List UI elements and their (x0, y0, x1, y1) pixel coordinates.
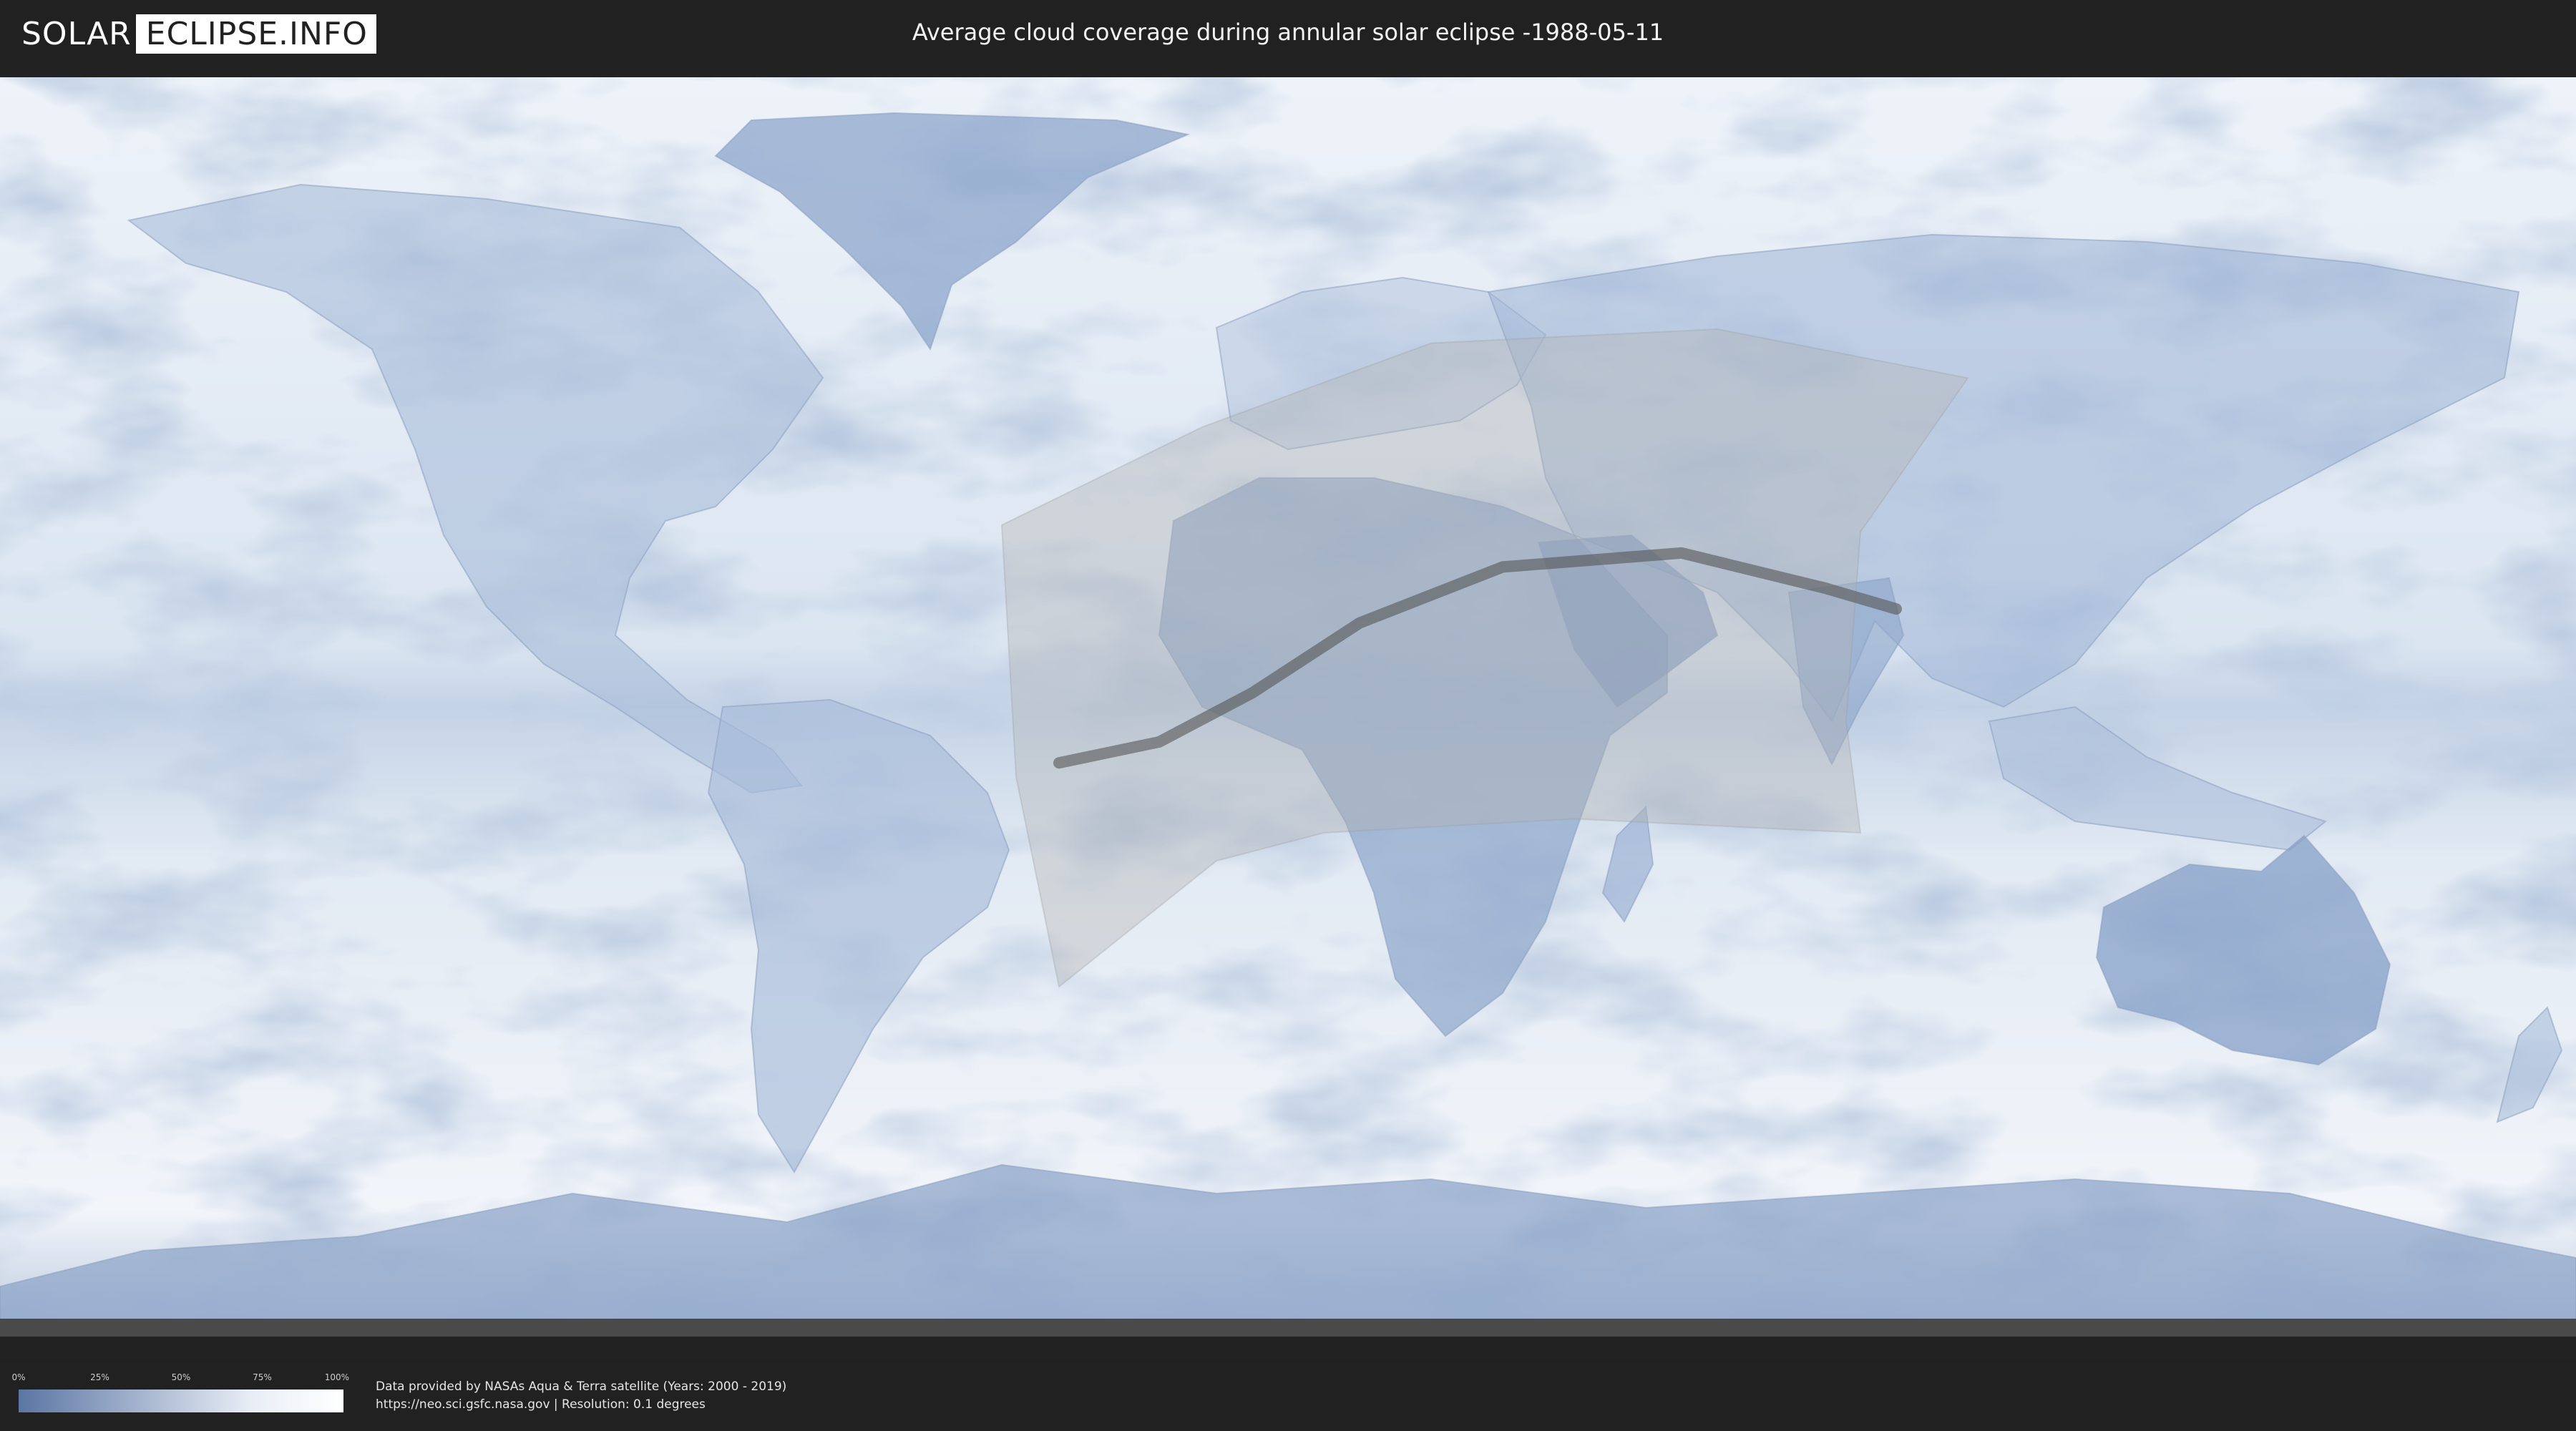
cloud-coverage-map (0, 77, 2576, 1337)
legend-tick-labels: 0% 25% 50% 75% 100% (11, 1372, 349, 1385)
cloud-coverage-legend: 0% 25% 50% 75% 100% (11, 1372, 349, 1412)
legend-tick-0: 0% (11, 1372, 26, 1382)
credits-line-source: Data provided by NASAs Aqua & Terra sate… (376, 1379, 787, 1394)
legend-tick-100: 100% (324, 1372, 350, 1382)
legend-tick-75: 75% (253, 1372, 272, 1382)
legend-color-bar (19, 1390, 343, 1412)
page-title: Average cloud coverage during annular so… (912, 19, 1664, 46)
legend-tick-50: 50% (171, 1372, 191, 1382)
map-bottom-shadow (0, 1319, 2576, 1337)
footer-bar: 0% 25% 50% 75% 100% Data provided by NAS… (0, 1358, 2576, 1431)
credits-line-url[interactable]: https://neo.sci.gsfc.nasa.gov | Resoluti… (376, 1396, 786, 1414)
legend-tick-25: 25% (90, 1372, 109, 1382)
header-bar: SOLAR ECLIPSE.INFO Average cloud coverag… (0, 0, 2576, 72)
data-credits: Data provided by NASAs Aqua & Terra sate… (376, 1378, 786, 1414)
